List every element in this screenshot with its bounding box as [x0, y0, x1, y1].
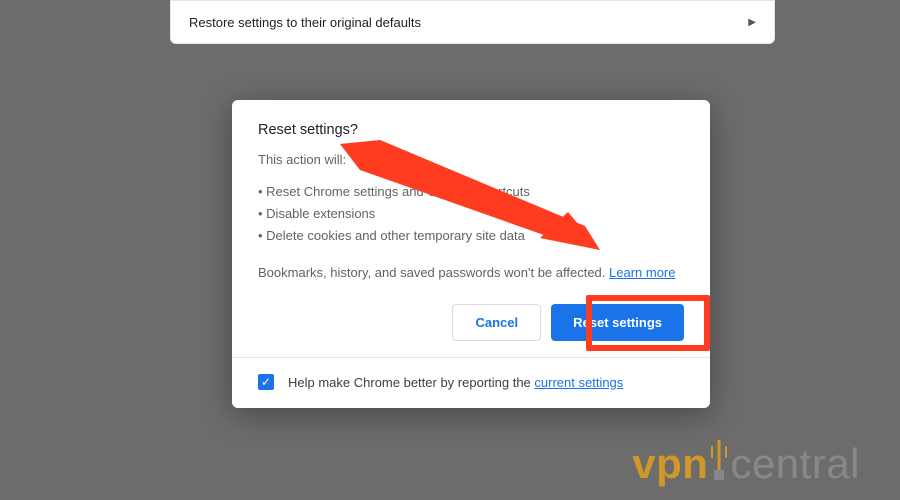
reset-settings-button[interactable]: Reset settings — [551, 304, 684, 341]
chevron-right-icon: ▶ — [748, 17, 756, 28]
check-icon: ✓ — [261, 376, 271, 388]
cancel-button[interactable]: Cancel — [452, 304, 541, 341]
dialog-bullets: • Reset Chrome settings and Chrome short… — [258, 181, 684, 247]
dialog-note: Bookmarks, history, and saved passwords … — [258, 265, 684, 280]
bullet-item: • Delete cookies and other temporary sit… — [258, 225, 684, 247]
dialog-subhead: This action will: — [258, 152, 684, 167]
watermark-left: vpn — [632, 440, 708, 487]
dialog-title: Reset settings? — [258, 122, 684, 138]
report-settings-checkbox[interactable]: ✓ — [258, 374, 274, 390]
bullet-item: • Reset Chrome settings and Chrome short… — [258, 181, 684, 203]
watermark-icon — [708, 434, 730, 488]
restore-settings-label: Restore settings to their original defau… — [189, 15, 421, 30]
dialog-button-row: Cancel Reset settings — [258, 302, 684, 341]
dialog-footer: ✓ Help make Chrome better by reporting t… — [258, 358, 684, 408]
footer-text: Help make Chrome better by reporting the… — [288, 375, 623, 390]
reset-settings-dialog: Reset settings? This action will: • Rese… — [232, 100, 710, 408]
learn-more-link[interactable]: Learn more — [609, 265, 675, 280]
current-settings-link[interactable]: current settings — [534, 375, 623, 390]
watermark: vpn central — [632, 434, 860, 488]
restore-settings-row[interactable]: Restore settings to their original defau… — [170, 0, 775, 44]
watermark-right: central — [730, 440, 860, 487]
bullet-item: • Disable extensions — [258, 203, 684, 225]
